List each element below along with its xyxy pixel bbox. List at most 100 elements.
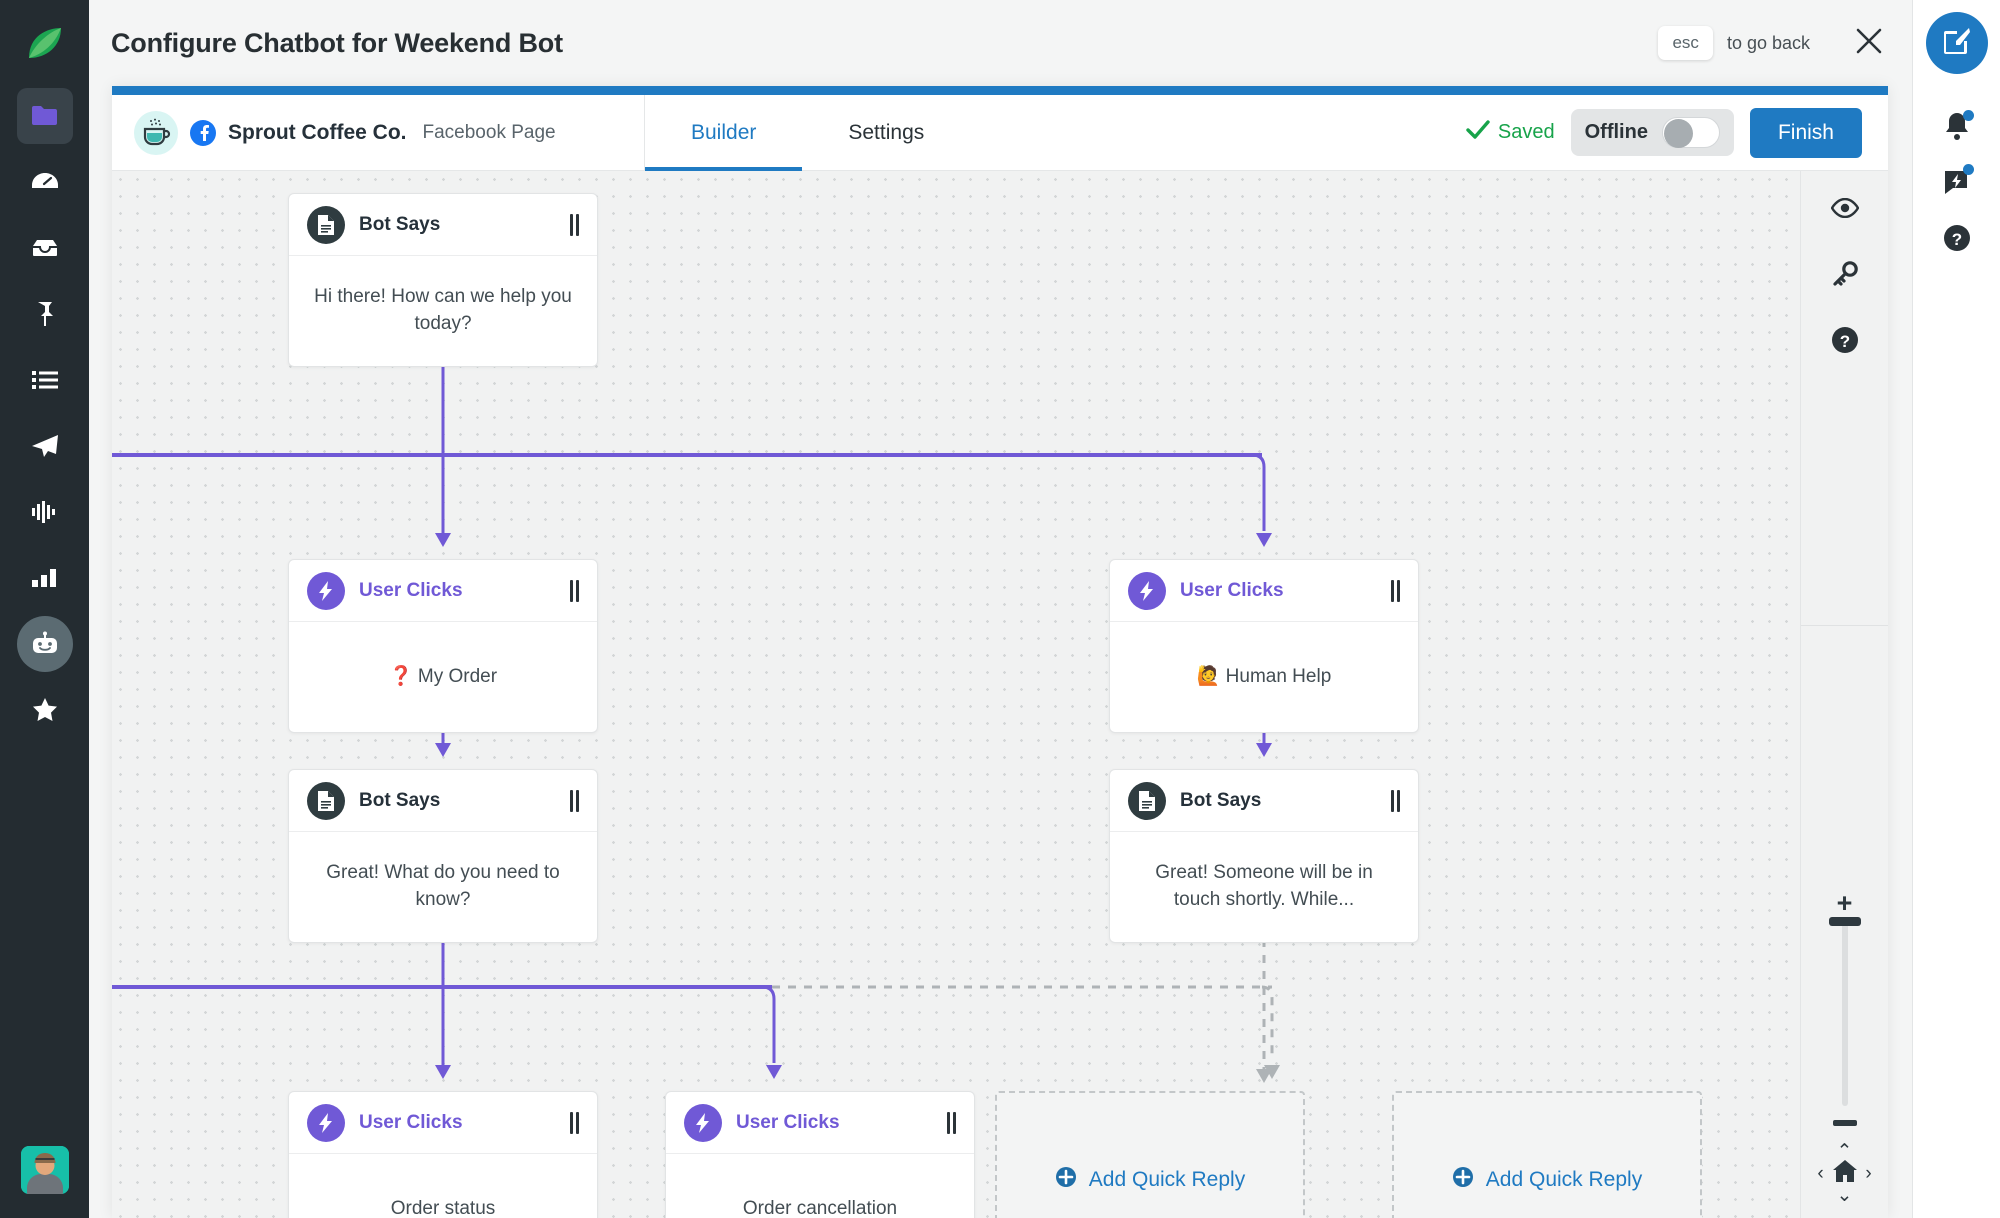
flow-node-user-clicks-my-order[interactable]: User Clicks ❓ My Order <box>288 559 598 733</box>
pan-right-button[interactable]: › <box>1865 1164 1871 1183</box>
sidebar-nav-items <box>16 88 73 748</box>
node-header: Bot Says <box>289 194 597 256</box>
feedback-badge <box>1962 164 1974 175</box>
listening-waveform-icon <box>31 501 58 523</box>
coffee-cup-icon <box>134 110 178 155</box>
sidebar-item-list-icon[interactable] <box>17 352 73 408</box>
flow-node-user-clicks-order-cancellation[interactable]: User Clicks Order cancellation <box>665 1091 975 1218</box>
folder-icon <box>31 104 59 128</box>
account-type: Facebook Page <box>422 121 556 143</box>
drag-handle[interactable] <box>570 1111 579 1134</box>
left-sidebar <box>0 0 89 1218</box>
drag-handle[interactable] <box>570 579 579 602</box>
node-title: Bot Says <box>359 213 441 235</box>
node-header: User Clicks <box>1110 560 1418 622</box>
drag-handle[interactable] <box>947 1111 956 1134</box>
help-circle-icon: ? <box>1831 326 1859 359</box>
sidebar-item-bot-icon[interactable] <box>16 616 73 672</box>
list-icon <box>31 370 58 390</box>
node-title: User Clicks <box>736 1111 840 1133</box>
drag-handle[interactable] <box>1391 579 1400 602</box>
feedback-button[interactable] <box>1928 156 1986 212</box>
sidebar-item-inbox-icon[interactable] <box>17 220 73 276</box>
flow-node-user-clicks-order-status[interactable]: User Clicks Order status <box>288 1091 598 1218</box>
node-title: Bot Says <box>359 789 441 811</box>
lightning-bolt-icon <box>307 571 345 610</box>
flow-node-user-clicks-human-help[interactable]: User Clicks 🙋 Human Help <box>1109 559 1419 733</box>
canvas-help-button[interactable]: ? <box>1815 309 1875 375</box>
document-icon <box>307 205 345 244</box>
svg-text:?: ? <box>1839 332 1849 351</box>
sidebar-item-pin-icon[interactable] <box>17 286 73 342</box>
lightning-bolt-icon <box>1128 571 1166 610</box>
zoom-slider[interactable] <box>1828 917 1861 1106</box>
flow-node-bot-says-3[interactable]: Bot Says Great! Someone will be in touch… <box>1109 769 1419 943</box>
flow-node-bot-says-1[interactable]: Bot Says Hi there! How can we help you t… <box>288 193 598 367</box>
saved-label: Saved <box>1497 121 1555 143</box>
pan-down-button[interactable]: ⌄ <box>1837 1186 1853 1205</box>
zoom-slider-handle[interactable] <box>1828 917 1861 926</box>
sidebar-item-speedometer-icon[interactable] <box>17 154 73 210</box>
sidebar-item-folder-icon[interactable] <box>16 88 73 144</box>
tab-builder[interactable]: Builder <box>645 95 803 171</box>
node-header: Bot Says <box>289 770 597 832</box>
tab-builder-label: Builder <box>691 120 757 144</box>
flow-graph: Bot Says Hi there! How can we help you t… <box>112 171 1800 1218</box>
tab-settings[interactable]: Settings <box>802 95 970 171</box>
flow-node-bot-says-2[interactable]: Bot Says Great! What do you need to know… <box>288 769 598 943</box>
finish-button[interactable]: Finish <box>1749 107 1862 158</box>
zoom-out-button[interactable] <box>1832 1120 1857 1126</box>
sidebar-item-star-icon[interactable] <box>17 682 73 738</box>
sidebar-item-publishing-send-icon[interactable] <box>17 418 73 474</box>
key-icon <box>1832 260 1858 292</box>
offline-toggle[interactable]: Offline <box>1570 109 1734 156</box>
node-header: User Clicks <box>666 1092 974 1154</box>
node-body: Great! What do you need to know? <box>326 862 560 910</box>
sidebar-item-listening-waveform-icon[interactable] <box>17 484 73 540</box>
status-badge: Saved <box>1466 119 1555 146</box>
publishing-send-icon <box>31 434 59 458</box>
go-back-label: to go back <box>1726 32 1810 53</box>
chatbot-builder-screen: ? Configure Chatbot for Weekend Bot esc … <box>0 0 2000 1218</box>
node-title: User Clicks <box>359 1111 463 1133</box>
node-header: User Clicks <box>289 1092 597 1154</box>
offline-label: Offline <box>1584 121 1648 143</box>
help-circle-icon: ? <box>1943 224 1971 257</box>
bot-icon <box>30 631 60 657</box>
compose-button[interactable] <box>1925 12 1988 74</box>
zoom-in-button[interactable]: + <box>1837 890 1853 917</box>
pan-left-button[interactable]: ‹ <box>1817 1164 1823 1183</box>
add-quick-reply-placeholder-1[interactable]: Add Quick Reply <box>995 1091 1305 1218</box>
flow-canvas[interactable]: Bot Says Hi there! How can we help you t… <box>112 171 1888 1218</box>
right-rail: ? <box>1912 0 2000 1218</box>
drag-handle[interactable] <box>1391 789 1400 812</box>
tab-settings-label: Settings <box>848 120 925 144</box>
node-body: Hi there! How can we help you today? <box>314 286 572 334</box>
drag-handle[interactable] <box>570 213 579 236</box>
star-icon <box>32 697 58 723</box>
node-title: User Clicks <box>359 579 463 601</box>
add-quick-reply-label: Add Quick Reply <box>1485 1168 1643 1191</box>
add-quick-reply-placeholder-2[interactable]: Add Quick Reply <box>1392 1091 1702 1218</box>
modal-header: Configure Chatbot for Weekend Bot esc to… <box>89 0 1912 86</box>
account-info: Sprout Coffee Co. Facebook Page <box>112 94 645 171</box>
add-quick-reply-label: Add Quick Reply <box>1088 1168 1246 1191</box>
drag-handle[interactable] <box>570 789 579 812</box>
zoom-controls: + ⌃ ‹ › ⌄ <box>1808 890 1882 1206</box>
preview-button[interactable] <box>1815 177 1875 243</box>
close-icon[interactable] <box>1854 26 1884 61</box>
lightning-bolt-icon <box>307 1103 345 1142</box>
permissions-button[interactable] <box>1815 243 1875 309</box>
home-icon[interactable] <box>1832 1159 1858 1187</box>
notifications-button[interactable] <box>1928 100 1986 156</box>
sprout-leaf-logo[interactable] <box>23 22 67 66</box>
pan-up-button[interactable]: ⌃ <box>1837 1142 1853 1161</box>
sidebar-item-reports-bar-chart-icon[interactable] <box>17 550 73 606</box>
builder-toolbar: Sprout Coffee Co. Facebook Page Builder … <box>112 94 1888 171</box>
avatar[interactable] <box>20 1146 69 1194</box>
help-button[interactable]: ? <box>1928 212 1986 268</box>
offline-switch[interactable] <box>1661 117 1720 148</box>
reports-bar-chart-icon <box>31 569 58 587</box>
node-body: ❓ My Order <box>388 665 498 687</box>
account-name: Sprout Coffee Co. <box>228 120 407 144</box>
